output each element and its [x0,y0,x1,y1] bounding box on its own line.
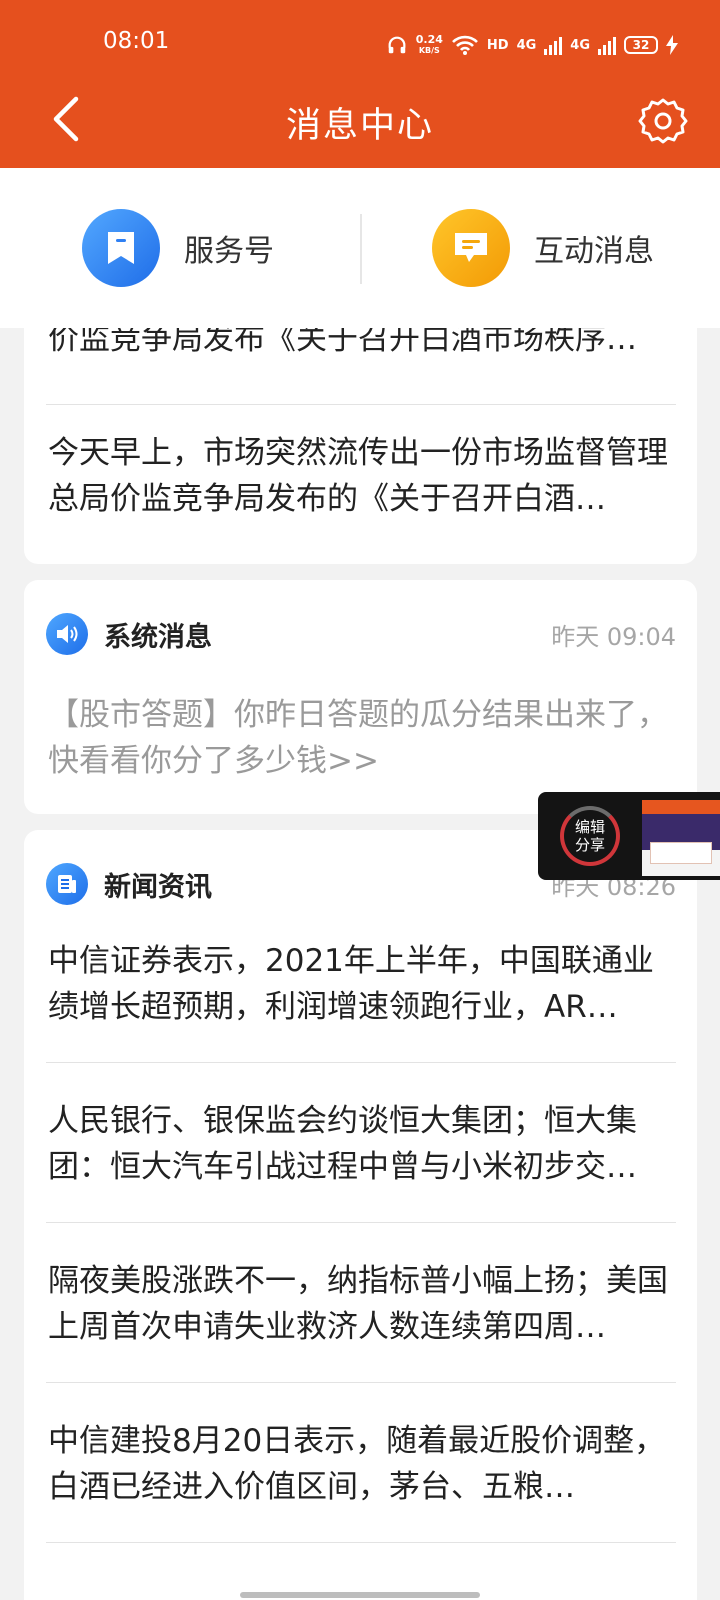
tab-divider [360,214,362,284]
network-4g-1: 4G [516,37,537,53]
tab-interactive-messages[interactable]: 互动消息 [432,208,654,288]
settings-button[interactable] [638,96,688,146]
app-header: 08:01 0.24 KB/S HD 4G 4G 32 消息中心 [0,0,720,168]
edit-share-button[interactable]: 编辑 分享 [560,806,620,866]
divider [46,1062,676,1063]
chat-glyph [455,233,487,262]
news-glyph [58,875,76,893]
tab-service-account[interactable]: 服务号 [82,208,274,288]
bookmark-glyph [108,232,134,264]
home-indicator[interactable] [240,1592,480,1598]
card-title: 系统消息 [104,621,212,653]
news-item[interactable]: 中信建投8月20日表示，随着最近股价调整，白酒已经进入价值区间，茅台、五粮… [48,1418,678,1510]
divider [46,1382,676,1383]
tab-bar: 服务号 互动消息 [0,168,720,328]
screenshot-thumbnail[interactable] [642,800,720,876]
gear-icon [638,98,688,144]
card-title: 新闻资讯 [104,871,212,903]
page-title: 消息中心 [285,106,434,146]
wifi-icon [451,35,478,55]
divider [46,1222,676,1223]
tab-label-interactive: 互动消息 [534,234,654,269]
news-icon [46,863,88,905]
news-item[interactable]: 隔夜美股涨跌不一，纳指标普小幅上扬；美国上周首次申请失业救济人数连续第四周… [48,1258,678,1350]
service-news-card: 价监竞争局发布《关于召开白酒市场秩序… 今天早上，市场突然流传出一份市场监督管理… [24,290,697,564]
news-item[interactable]: 中信证券表示，2021年上半年，中国联通业绩增长超预期，利润增速领跑行业，AR… [48,938,678,1030]
net-speed-value: 0.24 [415,33,443,46]
card-header: 系统消息 昨天 09:04 [46,612,676,656]
system-message-card[interactable]: 系统消息 昨天 09:04 【股市答题】你昨日答题的瓜分结果出来了，快看看你分了… [24,580,697,814]
edit-share-floater[interactable]: 编辑 分享 [538,792,720,880]
status-time: 08:01 [103,28,170,54]
speaker-icon [46,613,88,655]
list-item[interactable]: 今天早上，市场突然流传出一份市场监督管理总局价监竞争局发布的《关于召开白酒… [48,430,678,522]
net-speed-unit: KB/S [418,46,440,55]
signal-icon [544,37,563,55]
card-time: 昨天 09:04 [551,622,676,651]
divider [46,404,676,405]
hd-indicator: HD [486,37,509,53]
chat-icon [432,209,510,287]
divider [46,1542,676,1543]
charging-icon [666,35,678,55]
news-item[interactable]: 人民银行、银保监会约谈恒大集团；恒大集团：恒大汽车引战过程中曾与小米初步交… [48,1098,678,1190]
tab-label-service: 服务号 [184,234,274,269]
bookmark-icon [82,209,160,287]
signal-icon-2 [598,37,616,55]
speaker-glyph [57,625,78,643]
news-card: 新闻资讯 昨天 08:26 中信证券表示，2021年上半年，中国联通业绩增长超预… [24,830,697,1600]
edit-label: 编辑 [574,818,605,836]
thumbnail-content [650,842,712,864]
share-label: 分享 [574,836,605,854]
battery-icon: 32 [624,36,658,54]
headphone-icon [388,36,406,54]
status-icons: 0.24 KB/S HD 4G 4G 32 [386,28,678,62]
system-message-text[interactable]: 【股市答题】你昨日答题的瓜分结果出来了，快看看你分了多少钱>> [48,692,668,784]
network-4g-2: 4G [570,37,590,53]
net-speed: 0.24 KB/S [416,34,443,56]
